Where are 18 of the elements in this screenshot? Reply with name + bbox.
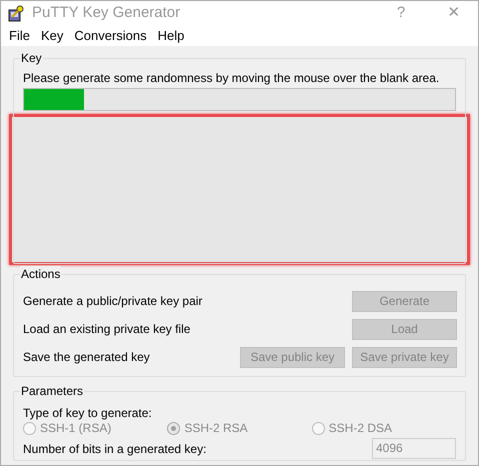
menu-item[interactable]: Key [36, 26, 68, 46]
radio-label: SSH-2 RSA [184, 420, 248, 437]
radio-label: SSH-2 DSA [328, 420, 392, 437]
key-computer-icon [7, 4, 25, 22]
radio-label: SSH-1 (RSA) [40, 420, 112, 437]
action-label: Generate a public/private key pair [23, 293, 204, 310]
menu-item[interactable]: File [5, 26, 34, 46]
menu-item[interactable]: Help [154, 26, 188, 46]
type-label: Type of key to generate: [23, 406, 153, 420]
close-button[interactable]: ✕ [434, 2, 474, 25]
blank-area[interactable] [9, 114, 470, 265]
instruction-text: Please generate some randomness by moving the mouse over the blank area. [23, 70, 440, 86]
action-label: Save the generated key [23, 349, 151, 366]
action-label: Load an existing private key file [23, 321, 192, 338]
help-button[interactable]: ? [386, 2, 416, 25]
menu-item[interactable]: Conversions [70, 26, 151, 46]
bits-label: Number of bits in a generated key: [23, 440, 208, 458]
window-title: PuTTY Key Generator [32, 3, 180, 24]
